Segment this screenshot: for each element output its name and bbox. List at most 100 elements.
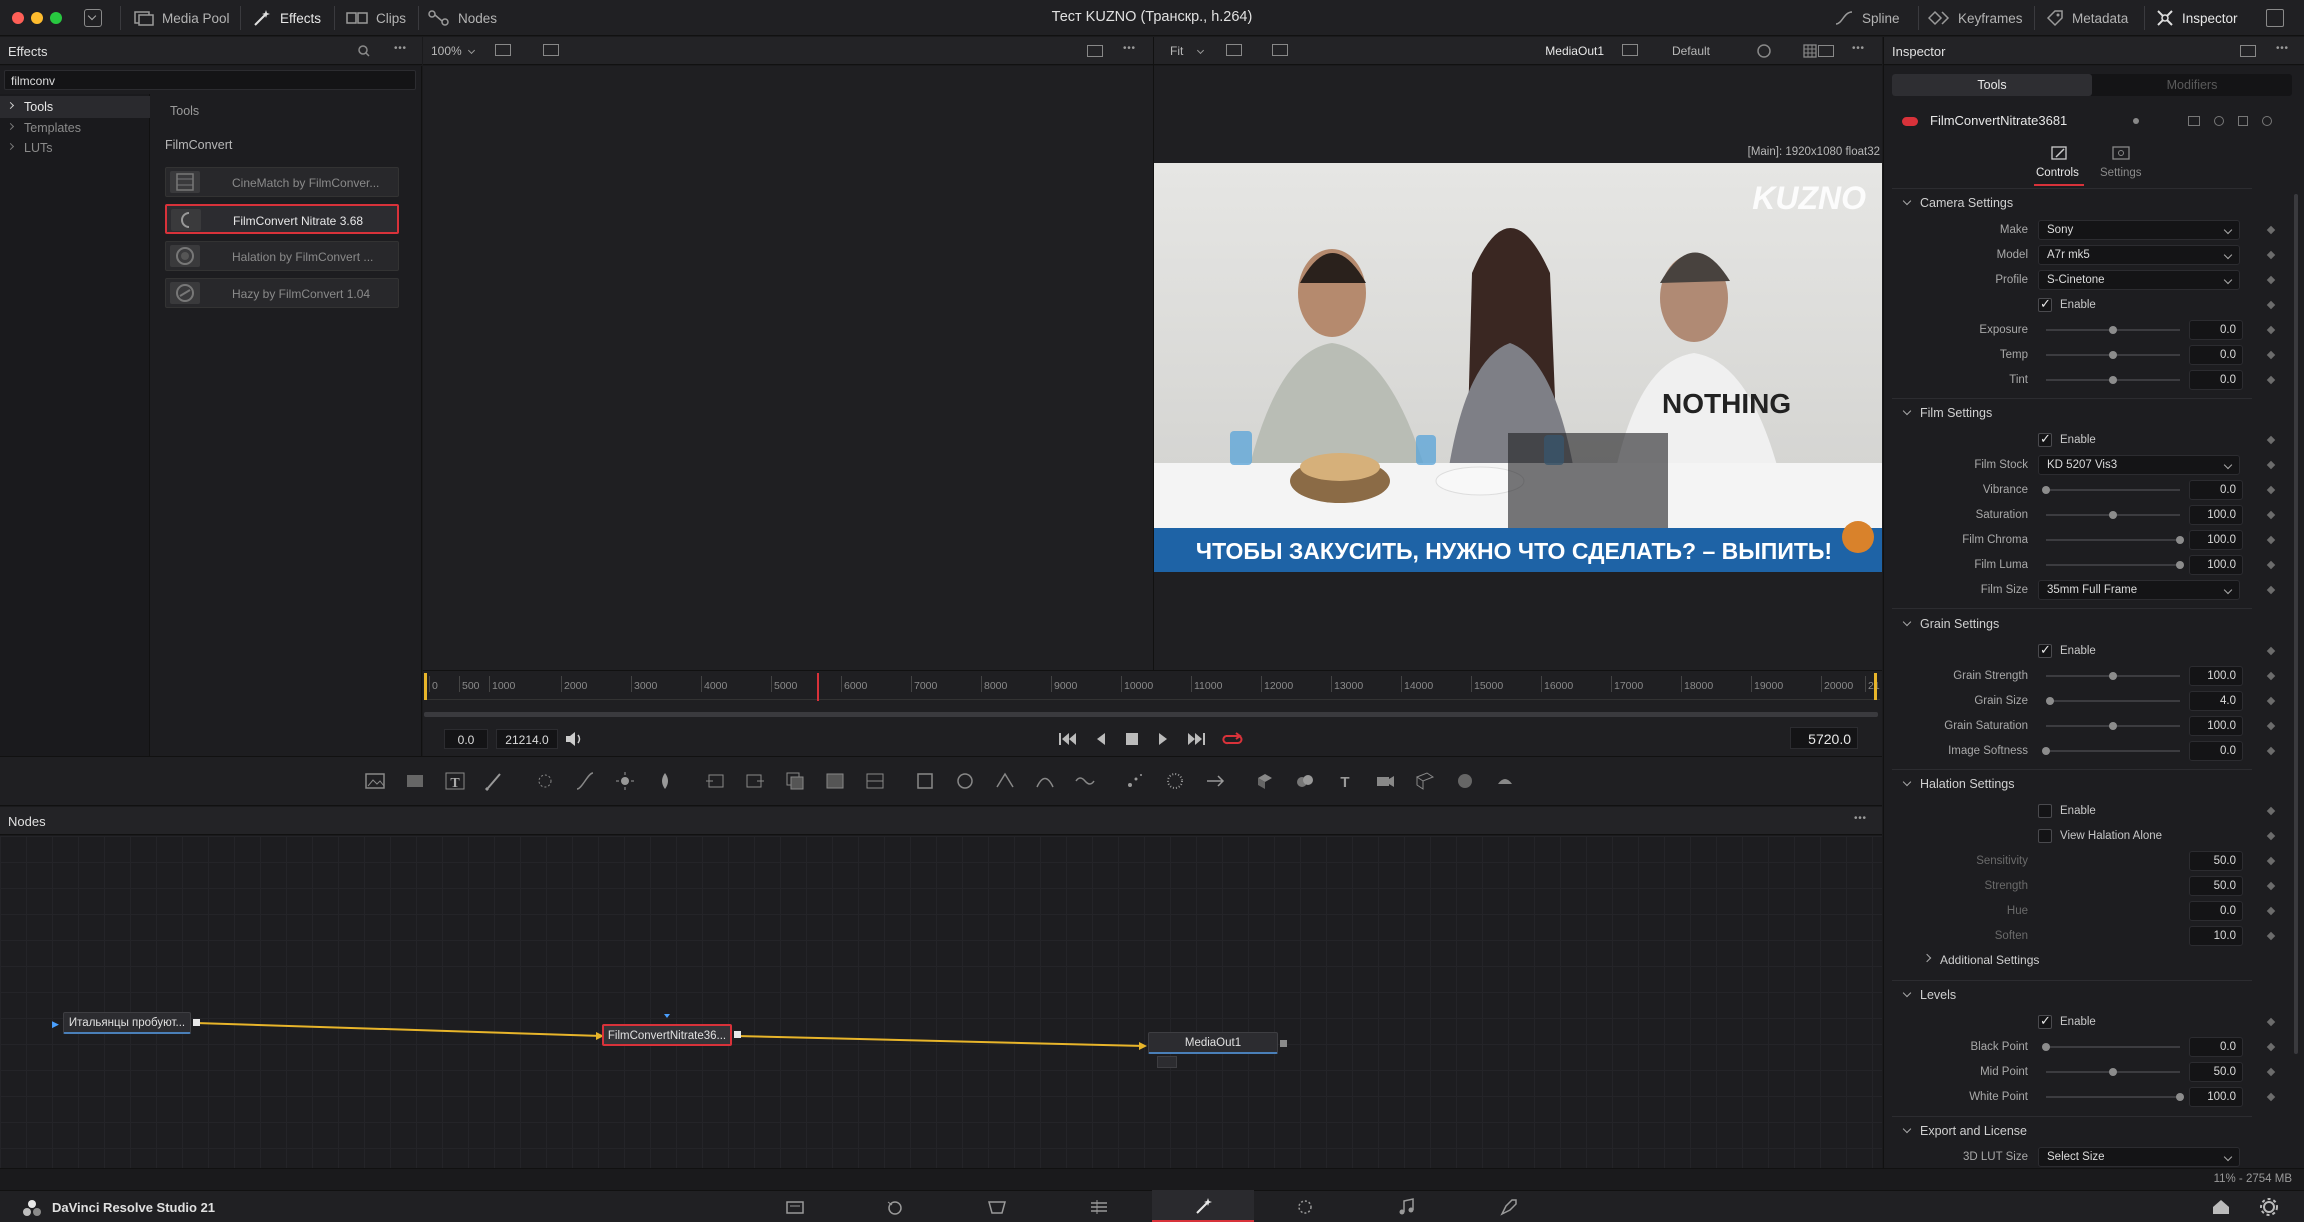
- edit-page-icon[interactable]: [986, 1196, 1008, 1218]
- grid-icon[interactable]: [1802, 43, 1818, 59]
- particle-force-icon[interactable]: [1204, 770, 1226, 792]
- image-softness-field[interactable]: 0.0: [2189, 741, 2243, 761]
- particle-render-icon[interactable]: [1164, 770, 1186, 792]
- view-halation-alone-checkbox[interactable]: [2038, 829, 2052, 843]
- shape3d-icon[interactable]: [1254, 770, 1276, 792]
- tab-modifiers[interactable]: Modifiers: [2092, 74, 2292, 96]
- effect-item-cinematch[interactable]: CineMatch by FilmConver...: [165, 167, 399, 197]
- tree-item-tools[interactable]: Tools: [0, 96, 150, 118]
- chevron-down-icon[interactable]: [467, 46, 476, 55]
- subtab-controls[interactable]: Controls: [2034, 142, 2084, 186]
- metadata-button[interactable]: Metadata: [2046, 0, 2128, 36]
- tint-slider[interactable]: [2046, 376, 2180, 384]
- render-end-marker[interactable]: [1874, 673, 1877, 700]
- color-page-icon[interactable]: [1294, 1196, 1316, 1218]
- deliver-page-icon[interactable]: [1498, 1196, 1520, 1218]
- inspector-layout-icon[interactable]: [2240, 45, 2256, 57]
- go-to-start-icon[interactable]: [1058, 731, 1078, 747]
- zoom-window-button[interactable]: [50, 12, 62, 24]
- tint-field[interactable]: 0.0: [2189, 370, 2243, 390]
- media-pool-button[interactable]: Media Pool: [134, 0, 230, 36]
- current-frame-field[interactable]: 5720.0: [1790, 727, 1858, 749]
- white-point-slider[interactable]: [2046, 1093, 2184, 1101]
- merge3d-icon[interactable]: [1294, 770, 1316, 792]
- cut-page-icon[interactable]: [884, 1196, 906, 1218]
- left-viewer-options-icon[interactable]: [1123, 43, 1141, 55]
- workspace-menu-icon[interactable]: [84, 9, 102, 27]
- playhead[interactable]: [817, 673, 819, 701]
- temp-field[interactable]: 0.0: [2189, 345, 2243, 365]
- sensitivity-field[interactable]: 50.0: [2189, 851, 2243, 871]
- black-point-slider[interactable]: [2042, 1043, 2180, 1051]
- exposure-field[interactable]: 0.0: [2189, 320, 2243, 340]
- polygon-mask-icon[interactable]: [994, 770, 1016, 792]
- image-tool-icon[interactable]: [404, 770, 426, 792]
- left-viewer[interactable]: [423, 66, 1153, 670]
- levels-enable-checkbox[interactable]: [2038, 1013, 2052, 1029]
- node-output-port[interactable]: [1280, 1040, 1287, 1047]
- section-halation-settings[interactable]: Halation Settings: [1892, 774, 2252, 796]
- tree-item-luts[interactable]: LUTs: [0, 138, 150, 158]
- inspector-button[interactable]: Inspector: [2156, 0, 2238, 36]
- image-plane3d-icon[interactable]: [1414, 770, 1436, 792]
- global-start-field[interactable]: 0.0: [444, 729, 488, 749]
- camera-enable-checkbox[interactable]: [2038, 296, 2052, 312]
- vibrance-slider[interactable]: [2042, 486, 2180, 494]
- grain-strength-slider[interactable]: [2046, 672, 2180, 680]
- chevron-down-icon[interactable]: [1196, 46, 1205, 55]
- loop-icon[interactable]: [1222, 730, 1244, 748]
- close-window-button[interactable]: [12, 12, 24, 24]
- render-start-marker[interactable]: [424, 673, 427, 700]
- grain-strength-field[interactable]: 100.0: [2189, 666, 2243, 686]
- right-viewer-fit[interactable]: Fit: [1170, 44, 1183, 58]
- slider-knob[interactable]: [2042, 486, 2050, 494]
- slider-knob[interactable]: [2109, 376, 2117, 384]
- film-luma-field[interactable]: 100.0: [2189, 555, 2243, 575]
- background-tool-icon[interactable]: [364, 770, 386, 792]
- slider-knob[interactable]: [2176, 536, 2184, 544]
- time-ruler[interactable]: 0 500 1000 2000 3000 4000 5000 6000 7000 8000 9000…: [424, 674, 1880, 700]
- go-to-end-icon[interactable]: [1186, 731, 1206, 747]
- vibrance-field[interactable]: 0.0: [2189, 480, 2243, 500]
- effect-item-halation[interactable]: Halation by FilmConvert ...: [165, 241, 399, 271]
- slider-knob[interactable]: [2176, 561, 2184, 569]
- slider-knob[interactable]: [2109, 1068, 2117, 1076]
- bspline-mask-icon[interactable]: [1034, 770, 1056, 792]
- slider-knob[interactable]: [2042, 1043, 2050, 1051]
- tab-tools[interactable]: Tools: [1892, 74, 2092, 96]
- effects-button[interactable]: Effects: [252, 0, 321, 36]
- nodes-options-icon[interactable]: [1854, 813, 1872, 825]
- saturation-field[interactable]: 100.0: [2189, 505, 2243, 525]
- particles-tool-icon[interactable]: [534, 770, 556, 792]
- effect-item-hazy[interactable]: Hazy by FilmConvert 1.04: [165, 278, 399, 308]
- color-icon[interactable]: [1756, 43, 1772, 59]
- roi-icon[interactable]: [543, 44, 559, 56]
- image-softness-slider[interactable]: [2042, 747, 2180, 755]
- viewer-lut[interactable]: Default: [1634, 44, 1710, 58]
- film-enable-checkbox[interactable]: [2038, 431, 2052, 447]
- node-output-port[interactable]: [734, 1031, 741, 1038]
- channel-booleans-tool-icon[interactable]: [864, 770, 886, 792]
- reset-icon[interactable]: [2262, 116, 2272, 126]
- merge-tool-icon[interactable]: [784, 770, 806, 792]
- versions-icon[interactable]: [2188, 116, 2200, 126]
- minimize-window-button[interactable]: [31, 12, 43, 24]
- mid-point-field[interactable]: 50.0: [2189, 1062, 2243, 1082]
- slider-knob[interactable]: [2109, 511, 2117, 519]
- node-filmconvert[interactable]: FilmConvertNitrate36...: [602, 1024, 732, 1046]
- film-chroma-slider[interactable]: [2046, 536, 2184, 544]
- camera3d-icon[interactable]: [1374, 770, 1396, 792]
- clips-button[interactable]: Clips: [346, 0, 406, 36]
- nodes-button[interactable]: Nodes: [428, 0, 497, 36]
- slider-knob[interactable]: [2176, 1093, 2184, 1101]
- media-page-icon[interactable]: [784, 1196, 806, 1218]
- color-curves-tool-icon[interactable]: [574, 770, 596, 792]
- particle-emitter-icon[interactable]: [1124, 770, 1146, 792]
- edit-timeline-page-icon[interactable]: [1088, 1196, 1110, 1218]
- effect-item-filmconvert-nitrate[interactable]: FilmConvert Nitrate 3.68: [165, 204, 399, 234]
- roi-icon[interactable]: [1272, 44, 1288, 56]
- saver-tool-icon[interactable]: [744, 770, 766, 792]
- spotlight-icon[interactable]: [1494, 770, 1516, 792]
- make-dropdown[interactable]: Sony: [2038, 220, 2240, 240]
- slider-knob[interactable]: [2109, 722, 2117, 730]
